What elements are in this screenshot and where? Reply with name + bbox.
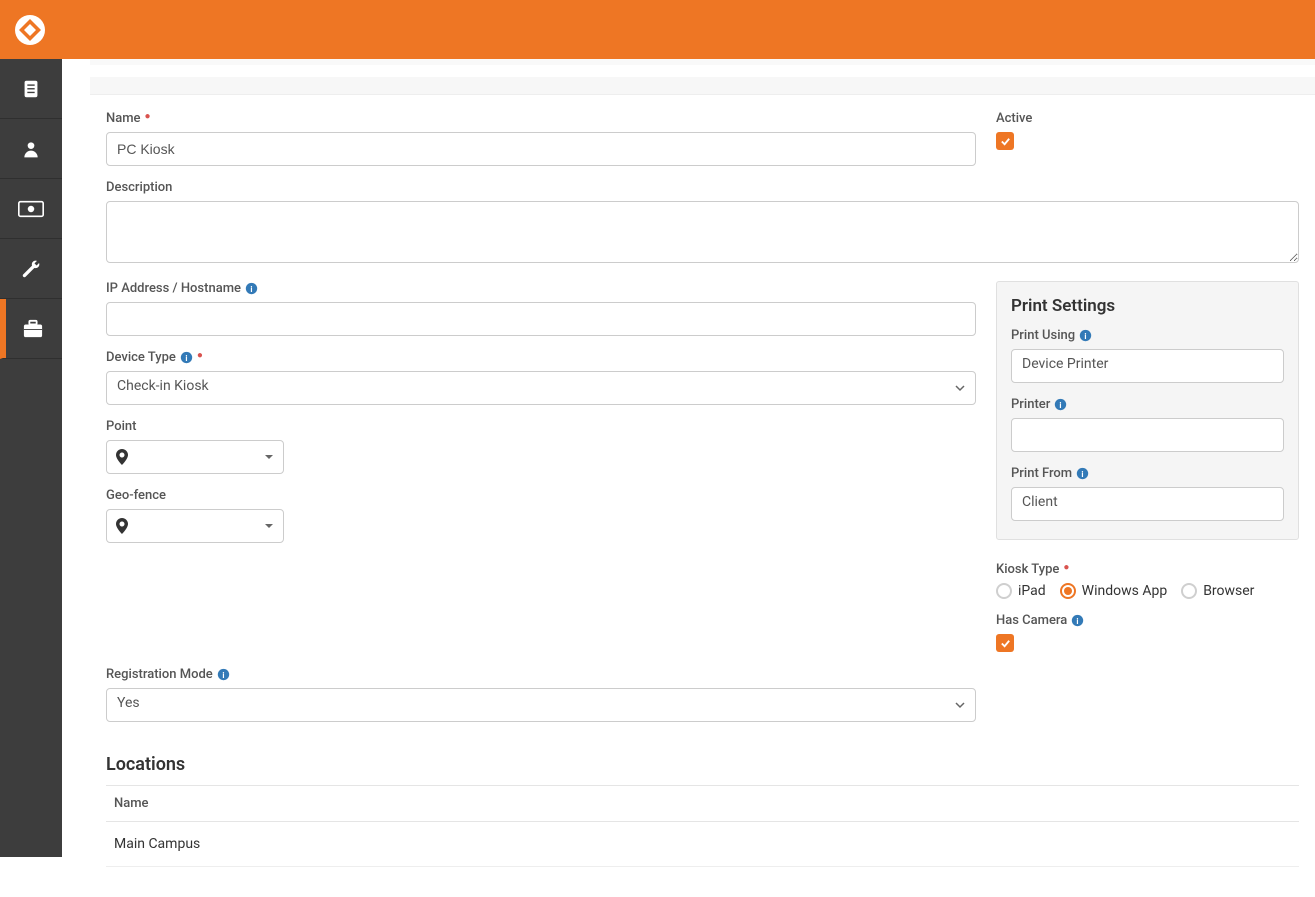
printer-label: Printer i bbox=[1011, 397, 1284, 412]
info-icon: i bbox=[1071, 614, 1084, 627]
description-label: Description bbox=[106, 180, 1299, 195]
money-icon bbox=[18, 200, 44, 218]
radio-icon bbox=[1060, 583, 1076, 599]
radio-label: iPad bbox=[1018, 583, 1046, 599]
print-from-select[interactable]: Client bbox=[1011, 487, 1284, 521]
panel-band bbox=[90, 77, 1315, 95]
top-header bbox=[0, 0, 1315, 59]
has-camera-checkbox[interactable] bbox=[996, 634, 1014, 652]
radio-label: Browser bbox=[1203, 583, 1254, 599]
radio-label: Windows App bbox=[1082, 583, 1168, 599]
sidebar-item-pages[interactable] bbox=[0, 59, 62, 119]
sidebar-item-person[interactable] bbox=[0, 119, 62, 179]
registration-mode-select[interactable]: Yes bbox=[106, 688, 976, 722]
print-using-select[interactable]: Device Printer bbox=[1011, 349, 1284, 383]
device-type-label: Device Type i ● bbox=[106, 350, 976, 365]
locations-title: Locations bbox=[106, 754, 1299, 775]
info-icon: i bbox=[245, 282, 258, 295]
svg-text:i: i bbox=[1077, 616, 1079, 626]
page-icon bbox=[20, 78, 42, 100]
rock-logo-icon bbox=[14, 14, 46, 46]
svg-text:i: i bbox=[1082, 469, 1084, 479]
device-type-select[interactable]: Check-in Kiosk bbox=[106, 371, 976, 405]
ip-label: IP Address / Hostname i bbox=[106, 281, 976, 296]
radio-icon bbox=[996, 583, 1012, 599]
point-label: Point bbox=[106, 419, 976, 434]
radio-icon bbox=[1181, 583, 1197, 599]
name-input[interactable] bbox=[106, 132, 976, 166]
kiosk-type-label: Kiosk Type● bbox=[996, 562, 1299, 577]
registration-mode-label: Registration Mode i bbox=[106, 667, 976, 682]
ip-input[interactable] bbox=[106, 302, 976, 336]
kiosk-type-windows[interactable]: Windows App bbox=[1060, 583, 1168, 599]
sidebar-item-money[interactable] bbox=[0, 179, 62, 239]
svg-text:i: i bbox=[1060, 400, 1062, 410]
caret-down-icon bbox=[264, 452, 274, 462]
print-from-label: Print From i bbox=[1011, 466, 1284, 481]
kiosk-type-ipad[interactable]: iPad bbox=[996, 583, 1046, 599]
name-label: Name● bbox=[106, 111, 976, 126]
map-marker-icon bbox=[116, 449, 128, 465]
info-icon: i bbox=[180, 351, 193, 364]
location-name-cell: Main Campus bbox=[106, 822, 1299, 867]
sidebar-item-admin[interactable] bbox=[0, 299, 62, 359]
locations-col-name: Name bbox=[106, 786, 1299, 822]
briefcase-icon bbox=[22, 319, 44, 339]
print-settings-panel: Print Settings Print Using i Device Prin… bbox=[996, 281, 1299, 540]
table-row[interactable]: Main Campus bbox=[106, 822, 1299, 867]
info-icon: i bbox=[217, 668, 230, 681]
svg-text:i: i bbox=[222, 670, 224, 680]
kiosk-type-browser[interactable]: Browser bbox=[1181, 583, 1254, 599]
info-icon: i bbox=[1076, 467, 1089, 480]
check-icon bbox=[1000, 136, 1011, 147]
active-label: Active bbox=[996, 111, 1299, 126]
svg-text:i: i bbox=[185, 353, 187, 363]
wrench-icon bbox=[21, 259, 41, 279]
svg-text:i: i bbox=[1085, 331, 1087, 341]
check-icon bbox=[1000, 638, 1011, 649]
geofence-label: Geo-fence bbox=[106, 488, 976, 503]
geofence-picker[interactable] bbox=[106, 509, 284, 543]
sidebar bbox=[0, 59, 62, 857]
print-settings-title: Print Settings bbox=[1011, 296, 1284, 316]
locations-table: Name Main Campus bbox=[106, 785, 1299, 867]
caret-down-icon bbox=[264, 521, 274, 531]
point-picker[interactable] bbox=[106, 440, 284, 474]
map-marker-icon bbox=[116, 518, 128, 534]
description-input[interactable] bbox=[106, 201, 1299, 263]
print-using-label: Print Using i bbox=[1011, 328, 1284, 343]
has-camera-label: Has Camera i bbox=[996, 613, 1299, 628]
printer-select[interactable] bbox=[1011, 418, 1284, 452]
info-icon: i bbox=[1054, 398, 1067, 411]
info-icon: i bbox=[1079, 329, 1092, 342]
svg-text:i: i bbox=[250, 284, 252, 294]
person-icon bbox=[21, 139, 41, 159]
sidebar-item-tools[interactable] bbox=[0, 239, 62, 299]
active-checkbox[interactable] bbox=[996, 132, 1014, 150]
